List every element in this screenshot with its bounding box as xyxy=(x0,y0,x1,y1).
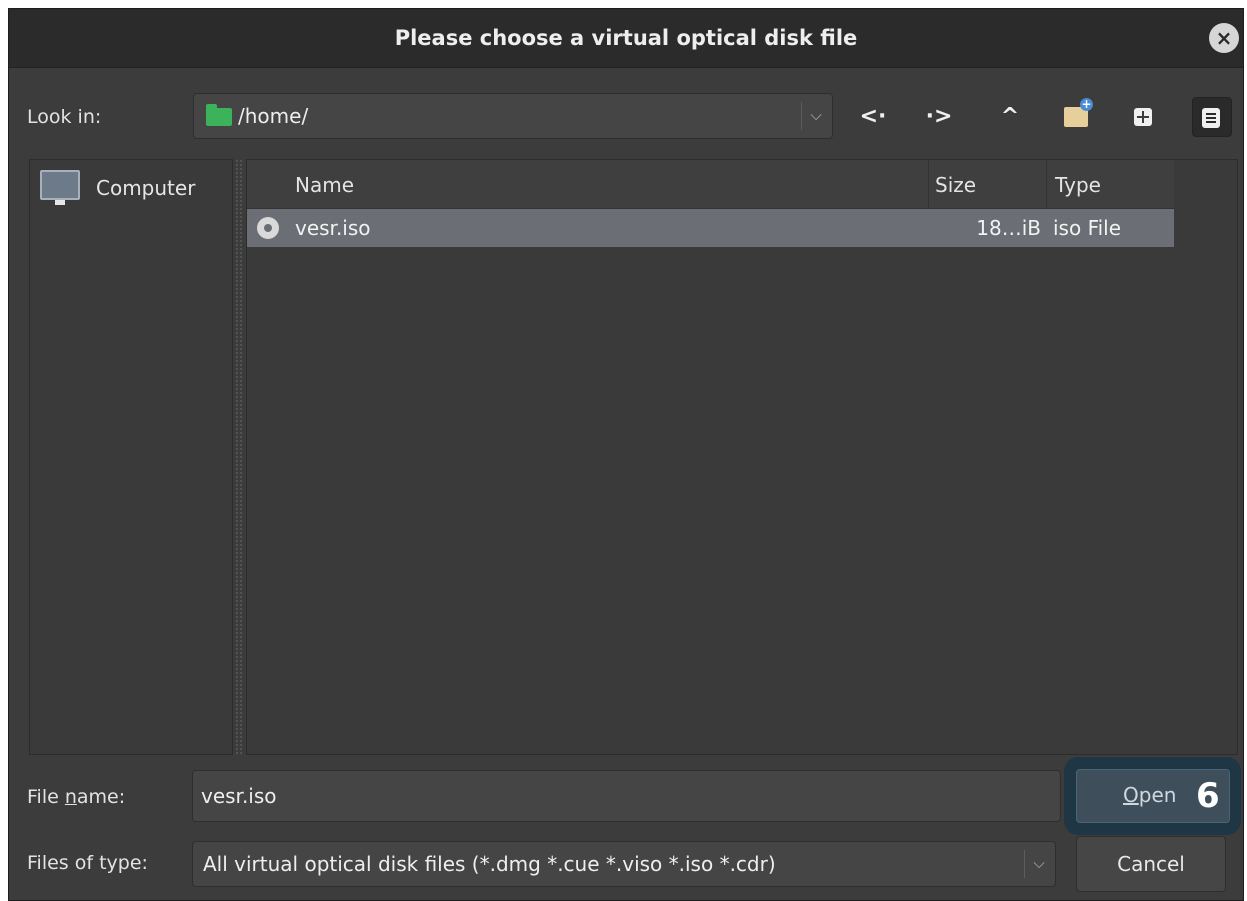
column-header-type[interactable]: Type xyxy=(1047,160,1174,208)
file-list-header: Name Size Type xyxy=(247,160,1174,209)
table-row[interactable]: vesr.iso 18…iB iso File xyxy=(247,209,1174,247)
list-view-icon xyxy=(1202,108,1220,128)
detail-view-button[interactable] xyxy=(1192,97,1232,137)
parent-directory-button[interactable]: ^ xyxy=(992,97,1028,137)
file-name-cell: vesr.iso xyxy=(295,216,371,240)
forward-button[interactable]: ·> xyxy=(921,97,957,137)
combo-separator xyxy=(1024,850,1025,878)
up-arrow-icon: ^ xyxy=(1000,104,1020,129)
file-name-label: File name: xyxy=(27,786,126,808)
places-sidebar: Computer xyxy=(29,159,233,755)
splitter-handle[interactable] xyxy=(235,159,243,755)
file-list: Name Size Type vesr.iso 18…iB iso File xyxy=(246,159,1238,755)
chevron-down-icon[interactable]: ⌵ xyxy=(806,100,826,130)
icon-view-button[interactable] xyxy=(1125,97,1161,137)
monitor-icon xyxy=(40,170,80,205)
look-in-combobox[interactable]: /home/ ⌵ xyxy=(193,93,833,139)
files-of-type-combobox[interactable]: All virtual optical disk files (*.dmg *.… xyxy=(192,841,1056,887)
files-of-type-label: Files of type: xyxy=(27,852,148,874)
folder-icon xyxy=(206,104,232,126)
back-arrow-icon: <· xyxy=(859,104,887,129)
grid-view-icon xyxy=(1134,108,1152,126)
open-button-highlight: Open 6 xyxy=(1064,757,1241,835)
look-in-label: Look in: xyxy=(27,106,102,128)
step-badge: 6 xyxy=(1196,776,1220,816)
files-of-type-value: All virtual optical disk files (*.dmg *.… xyxy=(203,852,776,876)
file-type-cell: iso File xyxy=(1053,216,1122,240)
sidebar-item-computer[interactable]: Computer xyxy=(38,168,226,210)
new-folder-button[interactable] xyxy=(1058,97,1094,137)
column-header-name[interactable]: Name xyxy=(247,160,929,208)
open-button-label: Open xyxy=(1123,783,1177,807)
combo-separator xyxy=(801,102,802,130)
chevron-down-icon[interactable]: ⌵ xyxy=(1029,848,1049,878)
current-path: /home/ xyxy=(238,104,309,128)
title-bar: Please choose a virtual optical disk fil… xyxy=(9,9,1243,68)
new-folder-icon xyxy=(1064,98,1093,127)
cancel-button[interactable]: Cancel xyxy=(1076,836,1226,892)
file-name-input[interactable] xyxy=(192,770,1061,822)
disc-icon xyxy=(257,217,279,239)
back-button[interactable]: <· xyxy=(855,97,891,137)
dialog-title: Please choose a virtual optical disk fil… xyxy=(394,26,858,50)
forward-arrow-icon: ·> xyxy=(925,104,953,129)
column-header-size[interactable]: Size xyxy=(929,160,1047,208)
close-icon[interactable]: × xyxy=(1209,23,1239,53)
file-dialog: Please choose a virtual optical disk fil… xyxy=(8,8,1244,901)
sidebar-item-label: Computer xyxy=(96,176,196,200)
file-size-cell: 18…iB xyxy=(976,216,1041,240)
